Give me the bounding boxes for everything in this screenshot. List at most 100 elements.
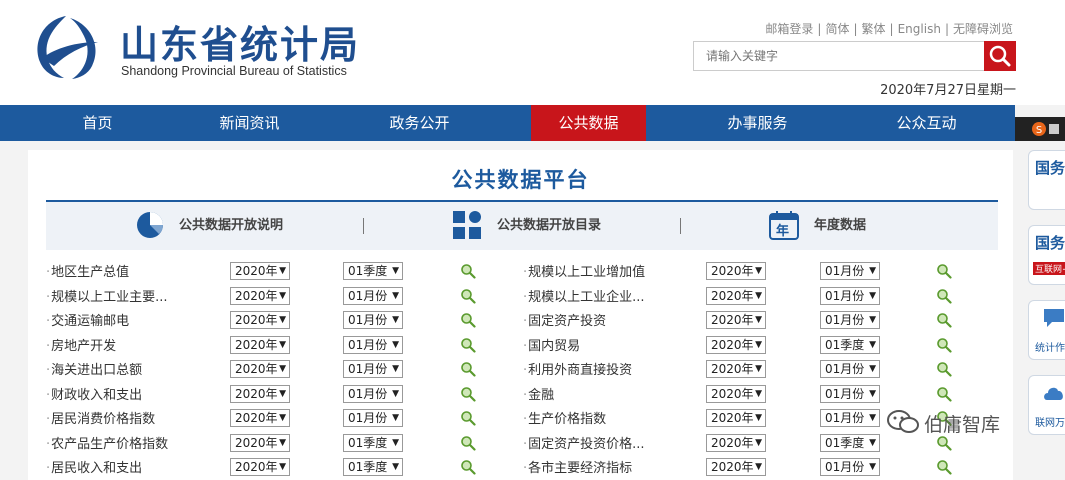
chevron-down-icon: ▼ <box>869 339 876 350</box>
year-select[interactable]: 2020年 ▼ <box>706 409 766 427</box>
tab-annual-data[interactable]: 年度数据 <box>814 202 866 250</box>
side-tab-title: 国务 <box>1035 234 1065 252</box>
indicator-link[interactable]: 固定资产投资价格... <box>523 433 653 452</box>
year-select-value: 2020年 <box>711 264 754 278</box>
period-select-value: 01月份 <box>825 362 865 376</box>
chevron-down-icon: ▼ <box>755 413 762 423</box>
period-select[interactable]: 01季度 ▼ <box>820 433 880 452</box>
section-bar: 公共数据开放说明 公共数据开放目录 年 年度数据 <box>46 200 998 250</box>
period-select[interactable]: 01季度 ▼ <box>820 335 880 354</box>
magnifier-icon[interactable] <box>936 263 952 279</box>
indicator-link[interactable]: 各市主要经济指标 <box>523 457 653 476</box>
side-tab-label: 联网万 <box>1035 418 1065 429</box>
indicator-link[interactable]: 生产价格指数 <box>523 408 653 427</box>
year-select[interactable]: 2020年 ▼ <box>706 335 766 354</box>
period-select[interactable]: 01月份 ▼ <box>820 458 880 476</box>
side-tab-internet-platform[interactable]: 联网万 <box>1028 375 1065 435</box>
chevron-down-icon: ▼ <box>755 339 762 350</box>
table-row: 规模以上工业企业... 2020年▼ 01月份▼ <box>28 286 1013 308</box>
table-row: 国内贸易 2020年▼ 01季度 ▼ <box>28 335 1013 357</box>
nav-public-data[interactable]: 公共数据 <box>531 105 646 141</box>
watermark: 伯庸智库 <box>886 409 1000 437</box>
period-select[interactable]: 01月份 ▼ <box>820 384 880 403</box>
period-select[interactable]: 01月份 ▼ <box>820 311 880 329</box>
chevron-down-icon: ▼ <box>869 388 876 399</box>
period-select[interactable]: 01月份 ▼ <box>820 360 880 378</box>
main-nav: 首页 新闻资讯 政务公开 公共数据 办事服务 公众互动 <box>0 105 1015 141</box>
indicator-link[interactable]: 金融 <box>523 384 653 403</box>
chevron-down-icon: ▼ <box>755 315 762 325</box>
search-button[interactable] <box>984 41 1016 71</box>
chevron-down-icon: ▼ <box>755 388 762 399</box>
side-tab-state-council-internet[interactable]: 国务 互联网+ <box>1028 225 1065 285</box>
sogou-icon[interactable]: S <box>1015 117 1065 141</box>
nav-home[interactable]: 首页 <box>40 105 155 141</box>
watermark-text: 伯庸智库 <box>924 414 1001 436</box>
nav-services[interactable]: 办事服务 <box>700 105 815 141</box>
period-select-value: 01季度 <box>825 337 865 352</box>
table-row: 固定资产投资价格...2020年▼01季度▼ <box>28 433 1013 455</box>
year-select[interactable]: 2020年 ▼ <box>706 458 766 476</box>
year-select-value: 2020年 <box>711 362 754 376</box>
period-select-value: 01月份 <box>825 411 865 425</box>
table-row: 生产价格指数2020年▼01月份▼ <box>28 408 1013 430</box>
tab-open-data-guide[interactable]: 公共数据开放说明 <box>179 202 283 250</box>
link-traditional[interactable]: 繁体 <box>862 22 886 36</box>
nav-gov-affairs[interactable]: 政务公开 <box>362 105 477 141</box>
period-select[interactable]: 01月份 ▼ <box>820 262 880 280</box>
search-icon <box>989 45 1011 67</box>
svg-text:S: S <box>1036 125 1042 136</box>
year-select[interactable]: 2020年 ▼ <box>706 433 766 452</box>
table-row: 利用外商直接投资2020年▼01月份▼ <box>28 359 1013 381</box>
chevron-down-icon: ▼ <box>869 437 876 448</box>
link-mail-login[interactable]: 邮箱登录 <box>765 22 813 36</box>
grid-icon <box>453 211 481 239</box>
side-tab-statistics-work[interactable]: 统计作 <box>1028 300 1065 360</box>
side-tab-state-council[interactable]: 国务 <box>1028 150 1065 210</box>
period-select-value: 01月份 <box>825 386 865 401</box>
year-select[interactable]: 2020年 ▼ <box>706 286 766 305</box>
year-select-value: 2020年 <box>711 460 754 474</box>
link-accessibility[interactable]: 无障碍浏览 <box>953 22 1013 36</box>
year-select-value: 2020年 <box>711 435 754 450</box>
divider <box>363 218 364 234</box>
period-select-value: 01月份 <box>825 460 865 474</box>
link-simplified[interactable]: 简体 <box>825 22 849 36</box>
nav-news[interactable]: 新闻资讯 <box>192 105 307 141</box>
site-subtitle: Shandong Provincial Bureau of Statistics <box>121 64 347 78</box>
indicator-link[interactable]: 国内贸易 <box>523 335 653 354</box>
chevron-down-icon: ▼ <box>755 364 762 374</box>
magnifier-icon[interactable] <box>936 386 952 402</box>
period-select[interactable]: 01月份 ▼ <box>820 286 880 305</box>
magnifier-icon[interactable] <box>936 288 952 304</box>
year-select[interactable]: 2020年 ▼ <box>706 384 766 403</box>
indicator-link[interactable]: 规模以上工业增加值 <box>523 261 653 280</box>
indicator-link[interactable]: 利用外商直接投资 <box>523 359 653 378</box>
tab-open-data-catalog[interactable]: 公共数据开放目录 <box>497 202 601 250</box>
year-select[interactable]: 2020年 ▼ <box>706 262 766 280</box>
logo-icon[interactable] <box>26 12 106 82</box>
indicator-link[interactable]: 规模以上工业企业... <box>523 286 653 305</box>
magnifier-icon[interactable] <box>936 361 952 377</box>
table-row: 规模以上工业增加值 2020年▼ 01月份▼ <box>28 261 1013 283</box>
search-input[interactable] <box>694 42 978 70</box>
year-select[interactable]: 2020年 ▼ <box>706 360 766 378</box>
indicator-link[interactable]: 固定资产投资 <box>523 310 653 329</box>
chevron-down-icon: ▼ <box>755 462 762 472</box>
divider <box>680 218 681 234</box>
year-select-value: 2020年 <box>711 411 754 425</box>
top-links: 邮箱登录 | 简体 | 繁体 | English | 无障碍浏览 <box>765 22 1013 36</box>
period-select[interactable]: 01月份 ▼ <box>820 409 880 427</box>
pie-chart-icon <box>137 212 163 238</box>
magnifier-icon[interactable] <box>936 312 952 328</box>
side-tab-title: 国务 <box>1035 159 1065 177</box>
year-select[interactable]: 2020年 ▼ <box>706 311 766 329</box>
year-select-value: 2020年 <box>711 386 754 401</box>
magnifier-icon[interactable] <box>936 337 952 353</box>
wechat-icon <box>887 410 919 433</box>
nav-interaction[interactable]: 公众互动 <box>869 105 984 141</box>
magnifier-icon[interactable] <box>936 459 952 475</box>
chevron-down-icon: ▼ <box>869 413 876 423</box>
link-english[interactable]: English <box>898 22 941 36</box>
calendar-year-glyph: 年 <box>776 224 790 239</box>
